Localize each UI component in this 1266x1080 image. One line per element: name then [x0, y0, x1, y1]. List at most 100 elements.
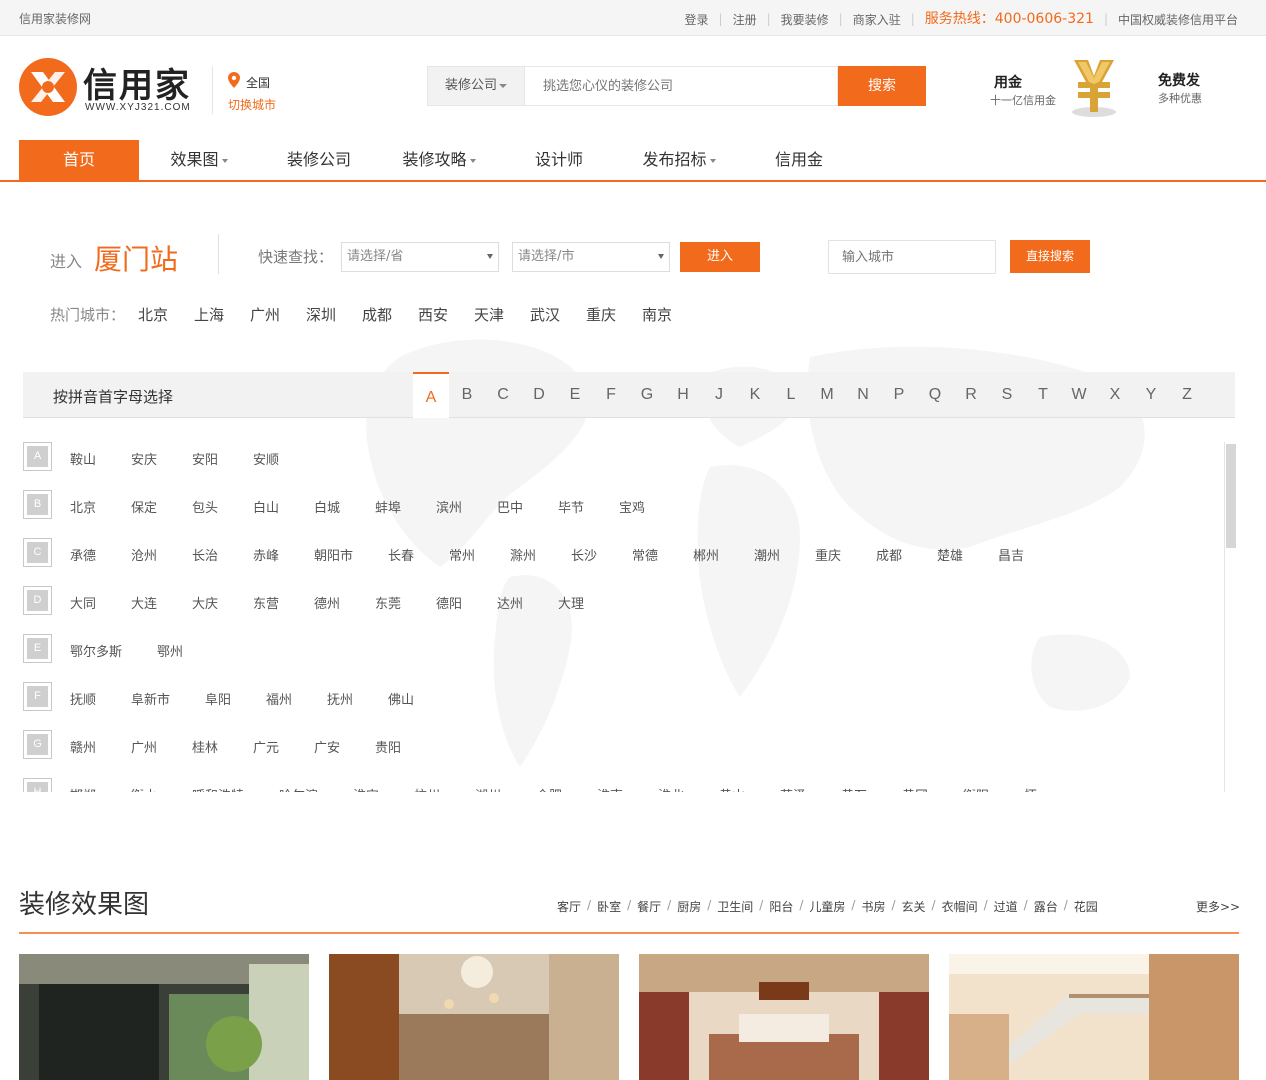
city-link[interactable]: 巴中 [497, 497, 523, 516]
city-select[interactable]: 请选择/市 [512, 242, 670, 272]
hot-city-link[interactable]: 南京 [642, 304, 672, 325]
city-link[interactable]: 潮州 [754, 545, 780, 564]
register-link[interactable]: 注册 [733, 11, 757, 28]
hot-city-link[interactable]: 武汉 [530, 304, 560, 325]
city-link[interactable]: 滨州 [436, 497, 462, 516]
city-link[interactable]: 淮南 [597, 785, 623, 792]
gallery-category-link[interactable]: 过道 [994, 898, 1018, 915]
search-button[interactable]: 搜索 [838, 66, 926, 106]
city-link[interactable]: 达州 [497, 593, 523, 612]
city-link[interactable]: 长治 [192, 545, 218, 564]
city-link[interactable]: 抚顺 [70, 689, 96, 708]
gallery-thumbnail[interactable] [329, 954, 619, 1080]
city-link[interactable]: 淮安 [353, 785, 379, 792]
gallery-thumbnail[interactable] [949, 954, 1239, 1080]
site-name[interactable]: 信用家装修网 [19, 10, 91, 27]
city-link[interactable]: 郴州 [693, 545, 719, 564]
want-decorate-link[interactable]: 我要装修 [781, 11, 829, 28]
city-link[interactable]: 蚌埠 [375, 497, 401, 516]
city-link[interactable]: 合肥 [536, 785, 562, 792]
city-link[interactable]: 常德 [632, 545, 658, 564]
letter-tab-k[interactable]: K [737, 372, 773, 418]
gallery-thumbnail[interactable] [19, 954, 309, 1080]
hot-city-link[interactable]: 重庆 [586, 304, 616, 325]
letter-tab-d[interactable]: D [521, 372, 557, 418]
login-link[interactable]: 登录 [685, 11, 709, 28]
city-link[interactable]: 赣州 [70, 737, 96, 756]
letter-tab-c[interactable]: C [485, 372, 521, 418]
city-link[interactable]: 阜阳 [205, 689, 231, 708]
switch-city-link[interactable]: 切换城市 [228, 96, 276, 113]
nav-item-designers[interactable]: 设计师 [499, 140, 619, 180]
city-link[interactable]: 衡阳 [963, 785, 989, 792]
city-link[interactable]: 毕节 [558, 497, 584, 516]
letter-tab-g[interactable]: G [629, 372, 665, 418]
gallery-category-link[interactable]: 卫生间 [717, 898, 753, 915]
city-link[interactable]: 东营 [253, 593, 279, 612]
gallery-category-link[interactable]: 卧室 [597, 898, 621, 915]
city-link[interactable]: 福州 [266, 689, 292, 708]
city-link[interactable]: 成都 [876, 545, 902, 564]
letter-tab-x[interactable]: X [1097, 372, 1133, 418]
scrollbar-thumb[interactable] [1226, 444, 1236, 548]
city-link[interactable]: 大同 [70, 593, 96, 612]
city-link[interactable]: 大庆 [192, 593, 218, 612]
search-category-select[interactable]: 装修公司 [427, 66, 525, 106]
city-link[interactable]: 哈尔滨 [279, 785, 318, 792]
letter-tab-h[interactable]: H [665, 372, 701, 418]
letter-tab-w[interactable]: W [1061, 372, 1097, 418]
letter-tab-y[interactable]: Y [1133, 372, 1169, 418]
city-link[interactable]: 包头 [192, 497, 218, 516]
city-link[interactable]: 安庆 [131, 449, 157, 468]
letter-tab-p[interactable]: P [881, 372, 917, 418]
city-link[interactable]: 朝阳市 [314, 545, 353, 564]
city-link[interactable]: 北京 [70, 497, 96, 516]
gallery-category-link[interactable]: 阳台 [769, 898, 793, 915]
gallery-category-link[interactable]: 餐厅 [637, 898, 661, 915]
city-link[interactable]: 保定 [131, 497, 157, 516]
site-logo[interactable]: 信用家 WWW.XYJ321.COM [19, 56, 199, 118]
city-link[interactable]: 怀 [1024, 785, 1037, 792]
promo-banner[interactable]: 用金 十一亿信用金 免费发 多种优惠 [990, 54, 1230, 124]
hot-city-link[interactable]: 深圳 [306, 304, 336, 325]
hot-city-link[interactable]: 广州 [250, 304, 280, 325]
city-link[interactable]: 安阳 [192, 449, 218, 468]
city-link[interactable]: 佛山 [388, 689, 414, 708]
gallery-category-link[interactable]: 花园 [1074, 898, 1098, 915]
letter-tab-q[interactable]: Q [917, 372, 953, 418]
merchant-join-link[interactable]: 商家入驻 [853, 11, 901, 28]
gallery-thumbnail[interactable] [639, 954, 929, 1080]
city-link[interactable]: 黄石 [841, 785, 867, 792]
letter-tab-n[interactable]: N [845, 372, 881, 418]
city-link[interactable]: 安顺 [253, 449, 279, 468]
city-link[interactable]: 鄂尔多斯 [70, 641, 122, 660]
city-link[interactable]: 鞍山 [70, 449, 96, 468]
city-link[interactable]: 黄冈 [902, 785, 928, 792]
letter-tab-z[interactable]: Z [1169, 372, 1205, 418]
city-link[interactable]: 贵阳 [375, 737, 401, 756]
city-link[interactable]: 宝鸡 [619, 497, 645, 516]
platform-slogan[interactable]: 中国权威装修信用平台 [1118, 11, 1238, 28]
city-link[interactable]: 长沙 [571, 545, 597, 564]
city-link[interactable]: 广安 [314, 737, 340, 756]
letter-tab-e[interactable]: E [557, 372, 593, 418]
letter-tab-j[interactable]: J [701, 372, 737, 418]
city-link[interactable]: 广州 [131, 737, 157, 756]
gallery-category-link[interactable]: 厨房 [677, 898, 701, 915]
gallery-category-link[interactable]: 玄关 [902, 898, 926, 915]
city-link[interactable]: 滁州 [510, 545, 536, 564]
city-link[interactable]: 昌吉 [998, 545, 1024, 564]
city-link[interactable]: 大理 [558, 593, 584, 612]
city-link[interactable]: 重庆 [815, 545, 841, 564]
city-link[interactable]: 承德 [70, 545, 96, 564]
direct-search-button[interactable]: 直接搜索 [1010, 240, 1090, 273]
city-link[interactable]: 淮北 [658, 785, 684, 792]
gallery-category-link[interactable]: 衣帽间 [942, 898, 978, 915]
city-link[interactable]: 大连 [131, 593, 157, 612]
city-link[interactable]: 广元 [253, 737, 279, 756]
city-link[interactable]: 楚雄 [937, 545, 963, 564]
letter-tab-r[interactable]: R [953, 372, 989, 418]
city-search-input[interactable] [828, 240, 996, 274]
city-link[interactable]: 白城 [314, 497, 340, 516]
enter-city-button[interactable]: 进入 [680, 242, 760, 272]
